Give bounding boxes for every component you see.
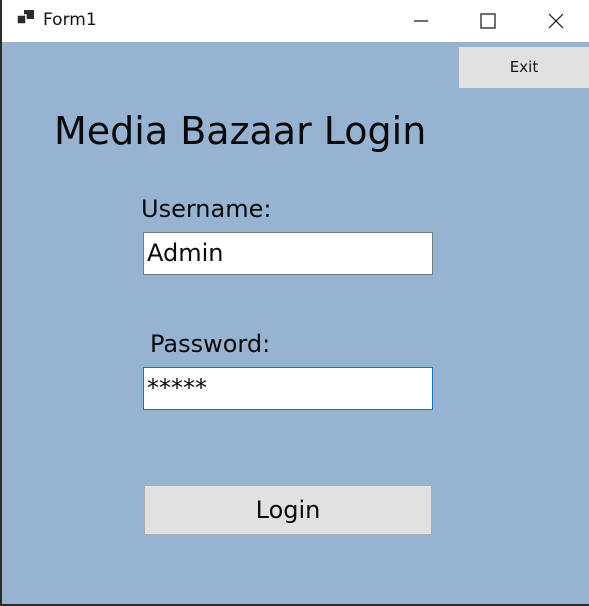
password-label: Password:: [150, 330, 271, 358]
app-icon: [16, 10, 35, 26]
maximize-button[interactable]: [455, 0, 521, 42]
title-bar[interactable]: Form1: [2, 0, 589, 42]
maximize-icon: [480, 13, 496, 29]
minimize-icon: [414, 20, 428, 22]
username-field[interactable]: Admin: [143, 232, 433, 275]
username-label: Username:: [141, 195, 272, 223]
form1-window: Form1 Exit Media Bazaar Login Username: …: [2, 0, 589, 604]
close-button[interactable]: [523, 0, 589, 42]
login-button[interactable]: Login: [144, 485, 432, 535]
close-icon: [548, 13, 564, 29]
exit-button[interactable]: Exit: [459, 47, 589, 88]
window-title: Form1: [43, 10, 97, 30]
minimize-button[interactable]: [388, 0, 454, 42]
password-field[interactable]: *****: [143, 367, 433, 410]
page-title: Media Bazaar Login: [54, 109, 427, 153]
